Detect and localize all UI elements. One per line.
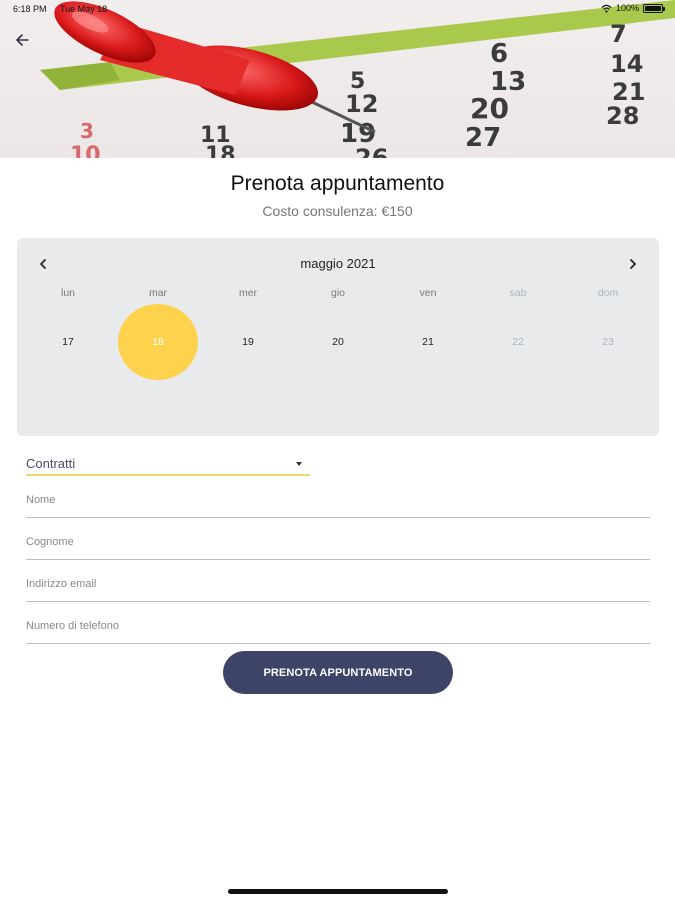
email-field-wrapper (26, 572, 650, 602)
weekday-label: mar (148, 287, 168, 299)
day-number: 19 (242, 336, 254, 348)
caret-down-icon (296, 462, 302, 466)
home-indicator (228, 889, 448, 894)
contract-select[interactable]: Contratti (26, 452, 310, 476)
status-bar: 6:18 PM Tue May 18 100% (0, 0, 675, 18)
svg-text:28: 28 (606, 102, 639, 130)
calendar-card: maggio 2021 lun mar mer gio ven sab dom … (17, 238, 659, 436)
svg-text:3: 3 (80, 119, 94, 143)
email-field[interactable] (26, 572, 650, 590)
svg-text:18: 18 (205, 143, 236, 158)
svg-text:10: 10 (70, 143, 101, 158)
wifi-icon (601, 4, 612, 13)
svg-text:12: 12 (345, 90, 378, 118)
name-field-wrapper (26, 488, 650, 518)
weekday-label: ven (419, 287, 437, 299)
day-number: 18 (152, 336, 164, 348)
day-number: 22 (512, 336, 524, 348)
calendar-month-label: maggio 2021 (300, 256, 376, 271)
svg-text:26: 26 (355, 144, 388, 158)
page-title: Prenota appuntamento (230, 172, 445, 195)
arrow-left-icon (16, 34, 29, 46)
calendar-day[interactable]: 19 (203, 304, 293, 380)
status-indicators: 100% (601, 3, 665, 13)
calendar-day[interactable]: 20 (293, 304, 383, 380)
phone-field[interactable] (26, 614, 650, 632)
weekday-label: mer (238, 287, 258, 299)
battery-percent: 100% (615, 3, 639, 13)
weekday-label: lun (60, 287, 75, 299)
calendar-day-disabled: 23 (563, 304, 653, 380)
calendar-pushpin-illustration: 6 7 5 13 14 12 20 21 11 19 27 28 18 26 3… (0, 0, 675, 158)
battery-icon (643, 3, 665, 13)
book-appointment-button[interactable]: PRENOTA APPUNTAMENTO (223, 651, 453, 694)
phone-field-wrapper (26, 614, 650, 644)
day-number: 17 (62, 336, 74, 348)
day-number: 20 (332, 336, 344, 348)
svg-text:20: 20 (470, 92, 509, 125)
svg-text:14: 14 (610, 50, 643, 78)
weekday-header: lun mar mer gio ven sab dom (23, 287, 653, 299)
surname-field[interactable] (26, 530, 650, 548)
calendar-day[interactable]: 17 (23, 304, 113, 380)
svg-text:27: 27 (465, 123, 501, 153)
calendar-day-selected[interactable]: 18 (113, 304, 203, 380)
svg-text:7: 7 (610, 20, 627, 48)
svg-text:6: 6 (490, 39, 508, 69)
day-number: 21 (422, 336, 434, 348)
status-time: 6:18 PM (13, 4, 47, 14)
chevron-right-icon (630, 259, 636, 269)
weekday-label: dom (597, 287, 619, 299)
consultation-cost: Costo consulenza: €150 (262, 203, 413, 219)
surname-field-wrapper (26, 530, 650, 560)
status-date: Tue May 18 (60, 4, 108, 14)
hero-image: 6 7 5 13 14 12 20 21 11 19 27 28 18 26 3… (0, 0, 675, 158)
back-button[interactable] (12, 30, 34, 50)
weekday-label: sab (509, 287, 527, 299)
calendar-day[interactable]: 21 (383, 304, 473, 380)
day-number: 23 (602, 336, 614, 348)
weekday-label: gio (330, 287, 345, 299)
contract-select-value: Contratti (26, 456, 76, 471)
calendar-days: 17 18 19 20 21 22 23 (23, 304, 653, 380)
calendar-day-disabled: 22 (473, 304, 563, 380)
next-week-button[interactable] (623, 255, 643, 273)
name-field[interactable] (26, 488, 650, 506)
